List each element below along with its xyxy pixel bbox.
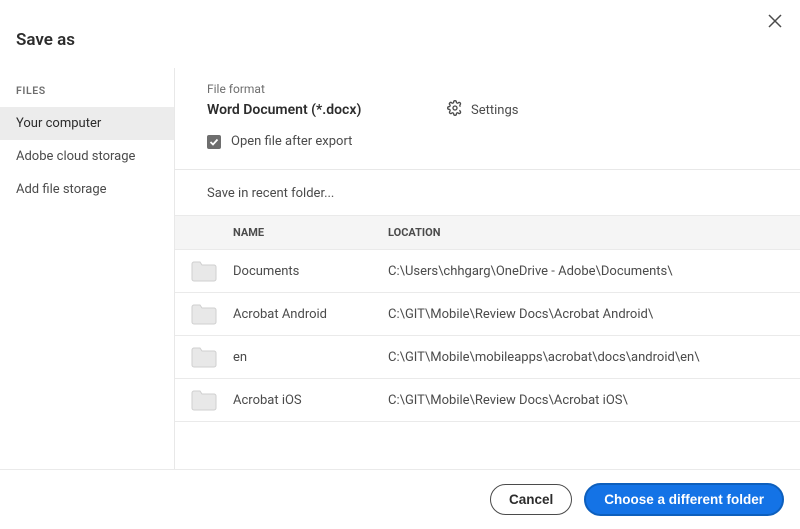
- cancel-button[interactable]: Cancel: [490, 484, 572, 516]
- folder-name: Acrobat Android: [233, 307, 388, 322]
- sidebar-item-label: Adobe cloud storage: [16, 149, 135, 164]
- open-after-export-label: Open file after export: [231, 134, 352, 149]
- sidebar-item-adobe-cloud-storage[interactable]: Adobe cloud storage: [0, 140, 174, 173]
- sidebar-item-label: Add file storage: [16, 182, 107, 197]
- sidebar: FILES Your computer Adobe cloud storage …: [0, 68, 175, 469]
- open-after-export-checkbox[interactable]: [207, 135, 221, 149]
- table-row[interactable]: en C:\GIT\Mobile\mobileapps\acrobat\docs…: [175, 336, 800, 379]
- folder-location: C:\Users\chhgarg\OneDrive - Adobe\Docume…: [388, 264, 800, 279]
- close-button[interactable]: [764, 10, 786, 36]
- folder-name: Acrobat iOS: [233, 393, 388, 408]
- file-format-value: Word Document (*.docx): [207, 102, 447, 118]
- sidebar-item-your-computer[interactable]: Your computer: [0, 107, 174, 140]
- table-row[interactable]: Acrobat Android C:\GIT\Mobile\Review Doc…: [175, 293, 800, 336]
- recent-folder-label: Save in recent folder...: [175, 170, 800, 215]
- folder-icon: [175, 260, 233, 282]
- choose-different-folder-button[interactable]: Choose a different folder: [584, 483, 784, 517]
- sidebar-item-label: Your computer: [16, 116, 101, 131]
- settings-label: Settings: [471, 103, 518, 118]
- table-header: NAME Location: [175, 215, 800, 250]
- sidebar-header: FILES: [0, 82, 174, 107]
- folder-icon: [175, 389, 233, 411]
- table-row[interactable]: Acrobat iOS C:\GIT\Mobile\Review Docs\Ac…: [175, 379, 800, 422]
- recent-folders-table: NAME Location Documents C:\Users\chhgarg…: [175, 215, 800, 422]
- folder-location: C:\GIT\Mobile\Review Docs\Acrobat Androi…: [388, 307, 800, 322]
- sidebar-item-add-file-storage[interactable]: Add file storage: [0, 173, 174, 206]
- folder-name: Documents: [233, 264, 388, 279]
- checkmark-icon: [209, 137, 219, 147]
- settings-button[interactable]: Settings: [447, 100, 518, 120]
- file-format-label: File format: [207, 82, 780, 96]
- folder-location: C:\GIT\Mobile\Review Docs\Acrobat iOS\: [388, 393, 800, 408]
- folder-icon: [175, 303, 233, 325]
- folder-location: C:\GIT\Mobile\mobileapps\acrobat\docs\an…: [388, 350, 800, 365]
- folder-name: en: [233, 350, 388, 365]
- content-area: File format Word Document (*.docx) Setti…: [175, 68, 800, 469]
- folder-icon: [175, 346, 233, 368]
- table-row[interactable]: Documents C:\Users\chhgarg\OneDrive - Ad…: [175, 250, 800, 293]
- footer: Cancel Choose a different folder: [0, 469, 800, 529]
- dialog-title: Save as: [0, 0, 800, 68]
- column-header-location: Location: [388, 226, 800, 239]
- gear-icon: [447, 100, 471, 120]
- column-header-name: NAME: [233, 226, 388, 239]
